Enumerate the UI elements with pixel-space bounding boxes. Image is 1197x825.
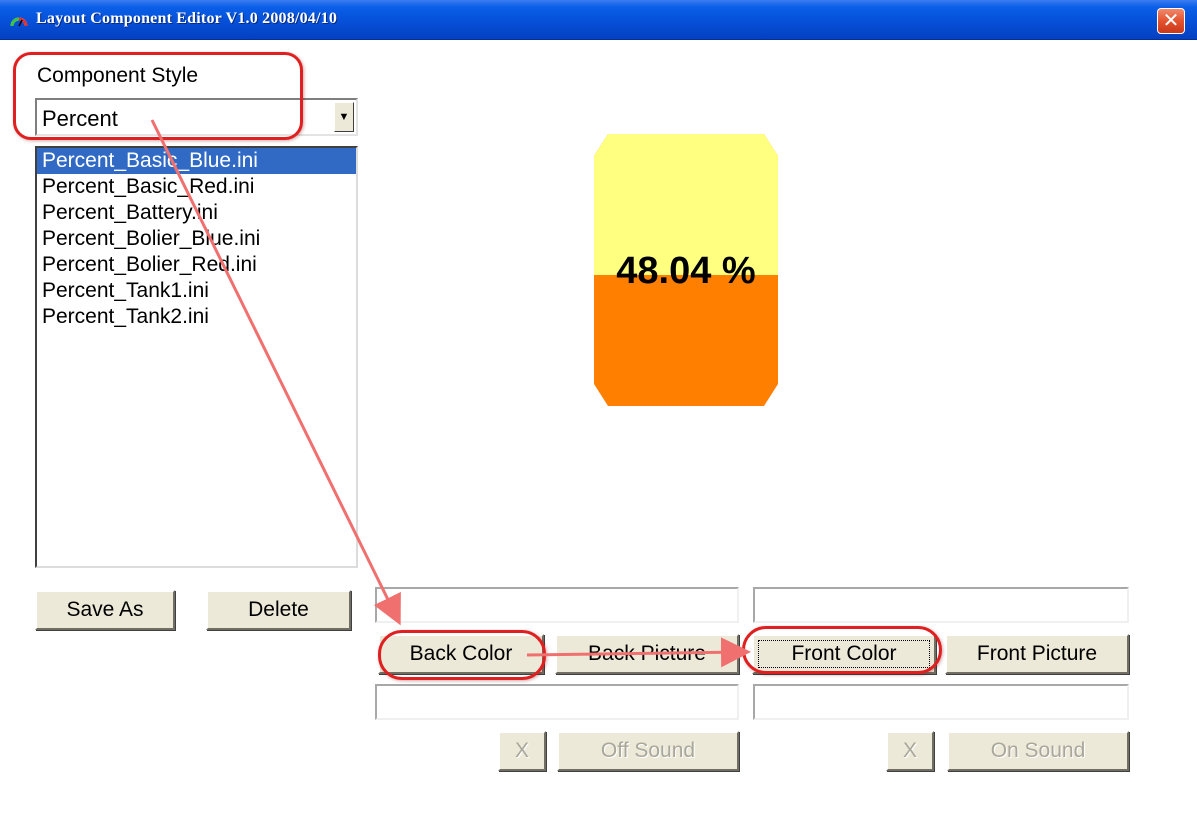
off-sound-button[interactable]: Off Sound — [557, 731, 739, 771]
list-item[interactable]: Percent_Tank1.ini — [37, 278, 356, 304]
editor-window: Layout Component Editor V1.0 2008/04/10 … — [0, 0, 1197, 825]
list-item[interactable]: Percent_Bolier_Blue.ini — [37, 226, 356, 252]
gauge-percent-text: 48.04 % — [616, 250, 756, 292]
clear-off-sound-button[interactable]: X — [498, 731, 546, 771]
back-picture-button[interactable]: Back Picture — [555, 634, 739, 674]
back-value-field[interactable] — [375, 587, 739, 623]
list-item[interactable]: Percent_Tank2.ini — [37, 304, 356, 330]
back-color-button[interactable]: Back Color — [378, 634, 544, 674]
close-button[interactable]: ✕ — [1157, 8, 1185, 34]
component-style-value: Percent — [42, 106, 118, 131]
delete-button[interactable]: Delete — [206, 590, 351, 630]
front-color-button[interactable]: Front Color — [752, 634, 936, 674]
front-value-field[interactable] — [753, 587, 1129, 623]
on-sound-button[interactable]: On Sound — [947, 731, 1129, 771]
title-bar[interactable]: Layout Component Editor V1.0 2008/04/10 … — [0, 0, 1197, 40]
style-file-list[interactable]: Percent_Basic_Blue.ini Percent_Basic_Red.… — [35, 146, 358, 568]
list-item[interactable]: Percent_Basic_Red.ini — [37, 174, 356, 200]
window-title: Layout Component Editor V1.0 2008/04/10 — [36, 10, 338, 27]
save-as-button[interactable]: Save As — [35, 590, 175, 630]
component-style-label: Component Style — [37, 64, 199, 87]
chevron-down-icon[interactable]: ▼ — [334, 102, 354, 132]
app-icon — [10, 17, 28, 27]
list-item[interactable]: Percent_Bolier_Red.ini — [37, 252, 356, 278]
list-item[interactable]: Percent_Battery.ini — [37, 200, 356, 226]
off-sound-field[interactable] — [375, 684, 739, 720]
front-picture-button[interactable]: Front Picture — [945, 634, 1129, 674]
list-item[interactable]: Percent_Basic_Blue.ini — [37, 148, 356, 174]
component-style-dropdown[interactable]: Percent ▼ — [35, 98, 358, 136]
percent-gauge-preview: 48.04 % — [594, 134, 778, 406]
close-icon: ✕ — [1162, 10, 1180, 32]
on-sound-field[interactable] — [753, 684, 1129, 720]
clear-on-sound-button[interactable]: X — [886, 731, 934, 771]
